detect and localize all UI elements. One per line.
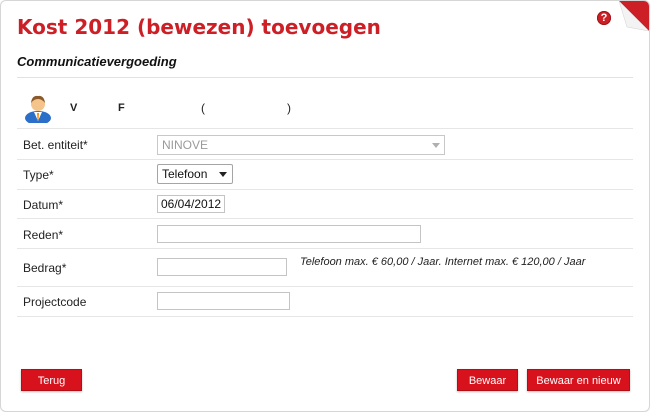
person-paren-close: ) (287, 101, 291, 115)
type-select[interactable]: Telefoon (157, 164, 233, 184)
row-divider (17, 316, 633, 317)
add-cost-dialog: Kost 2012 (bewezen) toevoegen ? Communic… (0, 0, 650, 412)
date-label: Datum* (23, 198, 64, 212)
page-corner-icon (619, 1, 649, 31)
date-input[interactable] (157, 195, 225, 213)
entity-select-value: NINOVE (162, 138, 209, 152)
section-subtitle: Communicatievergoeding (17, 54, 177, 69)
row-divider (17, 218, 633, 219)
row-divider (17, 159, 633, 160)
reason-input[interactable] (157, 225, 421, 243)
row-divider (17, 248, 633, 249)
project-code-input[interactable] (157, 292, 290, 310)
entity-label: Bet. entiteit* (23, 138, 88, 152)
person-initial-f: F (118, 102, 125, 114)
row-divider (17, 286, 633, 287)
reason-label: Reden* (23, 228, 64, 242)
type-label: Type* (23, 168, 54, 182)
amount-input[interactable] (157, 258, 287, 276)
amount-label: Bedrag* (23, 261, 67, 275)
dialog-title: Kost 2012 (bewezen) toevoegen (17, 15, 381, 39)
chevron-down-icon (432, 143, 440, 148)
subtitle-divider (17, 77, 633, 78)
project-code-label: Projectcode (23, 295, 87, 309)
person-paren-open: ( (201, 101, 205, 115)
user-icon (25, 95, 51, 123)
row-divider (17, 189, 633, 190)
type-select-value: Telefoon (162, 167, 208, 181)
entity-select: NINOVE (157, 135, 445, 155)
person-initial-v: V (70, 102, 78, 114)
save-button[interactable]: Bewaar (457, 369, 518, 391)
row-divider (17, 128, 633, 129)
save-and-new-button[interactable]: Bewaar en nieuw (527, 369, 630, 391)
chevron-down-icon (219, 172, 227, 177)
help-icon[interactable]: ? (597, 11, 611, 25)
back-button[interactable]: Terug (21, 369, 82, 391)
amount-hint: Telefoon max. € 60,00 / Jaar. Internet m… (300, 256, 586, 268)
